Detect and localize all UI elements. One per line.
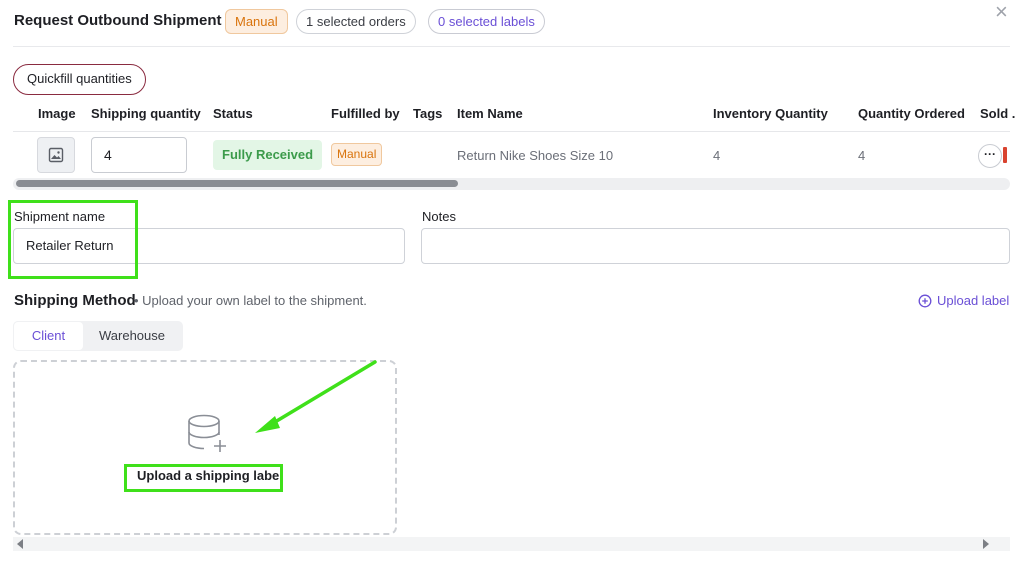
table-header-divider bbox=[13, 131, 1010, 132]
add-circle-icon bbox=[918, 294, 932, 307]
shipping-method-hint: • Upload your own label to the shipment. bbox=[134, 293, 367, 308]
database-add-icon bbox=[188, 414, 226, 452]
column-header-quantity-ordered: Quantity Ordered bbox=[858, 106, 965, 121]
column-header-shipping-quantity: Shipping quantity bbox=[91, 106, 201, 121]
column-header-item-name: Item Name bbox=[457, 106, 523, 121]
column-header-tags: Tags bbox=[413, 106, 443, 121]
quantity-ordered-cell: 4 bbox=[858, 148, 866, 163]
notes-input[interactable] bbox=[421, 228, 1010, 264]
item-name-cell: Return Nike Shoes Size 10 bbox=[457, 148, 614, 163]
type-badge: Manual bbox=[225, 9, 288, 34]
fulfilled-by-badge: Manual bbox=[331, 143, 383, 166]
scroll-left-icon[interactable] bbox=[17, 539, 23, 549]
column-header-fulfilled-by: Fulfilled by bbox=[331, 106, 400, 121]
upload-label-text: Upload label bbox=[937, 293, 1010, 308]
shipping-method-title: Shipping Method bbox=[14, 292, 136, 309]
header-divider bbox=[13, 46, 1010, 47]
selected-orders-pill[interactable]: 1 selected orders bbox=[296, 9, 416, 34]
upload-label-link[interactable]: Upload label bbox=[918, 293, 1009, 308]
notes-label: Notes bbox=[422, 209, 456, 224]
tab-client[interactable]: Client bbox=[14, 322, 83, 350]
inventory-quantity-cell: 4 bbox=[713, 148, 721, 163]
quickfill-quantities-button[interactable]: Quickfill quantities bbox=[13, 64, 146, 95]
image-placeholder-icon[interactable] bbox=[37, 137, 75, 173]
scrollbar-thumb[interactable] bbox=[16, 180, 458, 187]
scroll-right-icon[interactable] bbox=[983, 539, 989, 549]
highlight-box-upload bbox=[124, 464, 283, 492]
column-header-inventory-quantity: Inventory Quantity bbox=[713, 106, 828, 121]
sold-cell-edge bbox=[1003, 147, 1007, 163]
column-header-image: Image bbox=[38, 106, 76, 121]
row-more-actions-button[interactable]: ··· bbox=[978, 144, 1002, 168]
status-badge: Fully Received bbox=[213, 140, 323, 170]
close-icon[interactable]: × bbox=[995, 1, 1008, 23]
modal-title: Request Outbound Shipment bbox=[14, 12, 222, 29]
highlight-box-shipment-name bbox=[8, 200, 138, 279]
column-header-sold: Sold . bbox=[980, 106, 1016, 121]
annotation-arrow bbox=[255, 360, 377, 433]
column-header-status: Status bbox=[213, 106, 253, 121]
tab-warehouse[interactable]: Warehouse bbox=[83, 322, 181, 350]
bottom-horizontal-scrollbar[interactable] bbox=[13, 537, 1010, 551]
shipping-quantity-input[interactable]: 4 bbox=[91, 137, 187, 173]
selected-labels-pill[interactable]: 0 selected labels bbox=[428, 9, 545, 34]
